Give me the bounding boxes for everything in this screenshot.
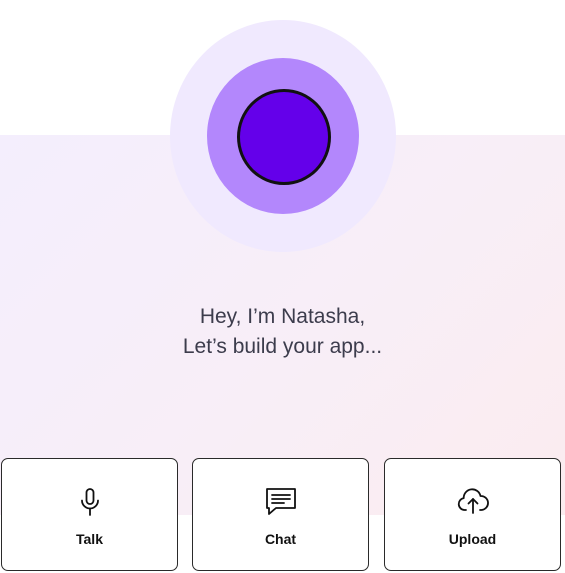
chat-label: Chat bbox=[264, 531, 297, 547]
greeting-line-1: Hey, I’m Natasha, bbox=[199, 305, 366, 328]
greeting-line-2: Let’s build your app... bbox=[182, 335, 383, 358]
talk-button[interactable]: Talk bbox=[1, 458, 178, 571]
assistant-orb[interactable] bbox=[237, 89, 331, 185]
upload-button[interactable]: Upload bbox=[384, 458, 561, 571]
microphone-icon bbox=[73, 485, 107, 519]
talk-label: Talk bbox=[76, 531, 103, 547]
chat-button[interactable]: Chat bbox=[192, 458, 369, 571]
upload-label: Upload bbox=[448, 531, 497, 547]
greeting-text: Hey, I’m Natasha, Let’s build your app..… bbox=[0, 302, 565, 362]
chat-icon bbox=[264, 485, 298, 519]
cloud-upload-icon bbox=[456, 485, 490, 519]
